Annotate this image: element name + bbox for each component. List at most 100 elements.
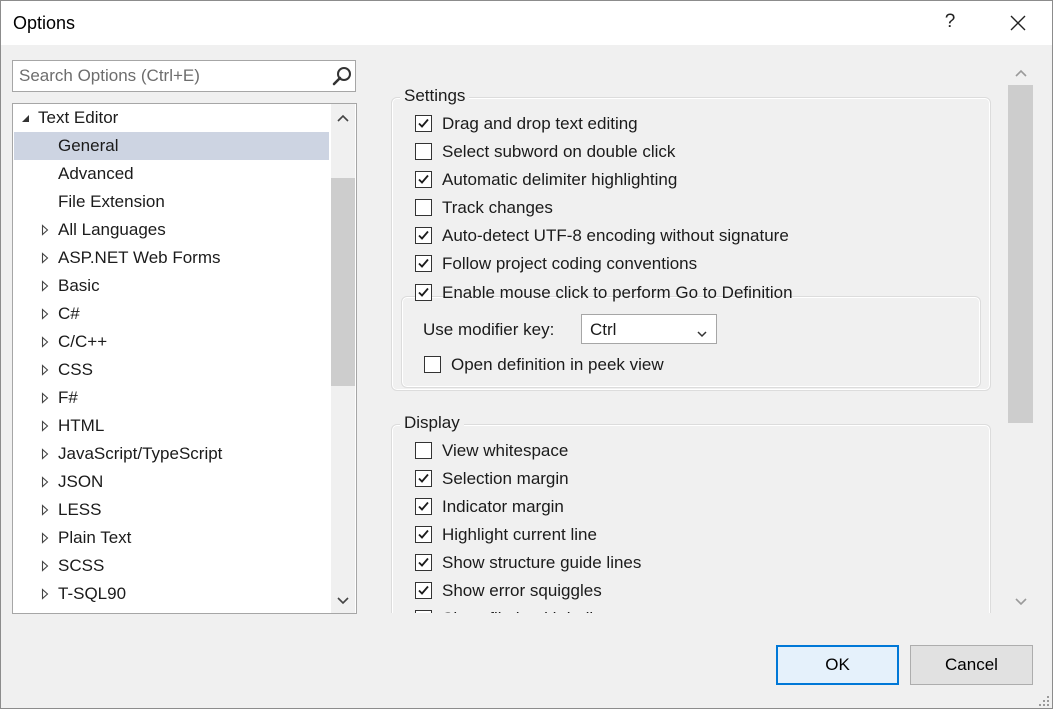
checkbox-box[interactable] (415, 284, 432, 301)
tree-item[interactable]: All Languages (14, 216, 329, 244)
collapsed-arrow-icon[interactable] (38, 356, 52, 384)
collapsed-arrow-icon[interactable] (38, 468, 52, 496)
tree-item[interactable]: HTML (14, 412, 329, 440)
scroll-up-arrow[interactable] (336, 110, 350, 124)
collapsed-arrow-icon[interactable] (38, 384, 52, 412)
collapsed-arrow-icon[interactable] (38, 244, 52, 272)
options-dialog: Options ? Text EditorGeneralAdvancedF (0, 0, 1053, 709)
tree-scrollbar[interactable] (331, 104, 355, 613)
tree-item[interactable]: ASP.NET Web Forms (14, 244, 329, 272)
tree-item-label: General (58, 136, 119, 155)
checkbox-label: Drag and drop text editing (442, 114, 638, 133)
modifier-key-value: Ctrl (590, 320, 617, 339)
options-tree[interactable]: Text Editor General Advanced File Extension… (12, 103, 357, 614)
checkbox-checked[interactable] (415, 526, 432, 543)
tree-item-label: JSON (58, 472, 104, 491)
window-title: Options (13, 13, 76, 33)
tree-item-label: LESS (58, 500, 102, 519)
tree-item-label: Advanced (58, 164, 134, 183)
tree-item[interactable]: Text Editor (14, 104, 329, 132)
tree-item[interactable]: Basic (14, 272, 329, 300)
tree-item[interactable]: Advanced (14, 160, 329, 188)
cancel-button[interactable]: Cancel (910, 645, 1033, 685)
tree-item[interactable]: C# (14, 300, 329, 328)
checkbox-checked[interactable] (415, 610, 432, 613)
chevron-up-icon (337, 114, 349, 122)
checkbox-checked[interactable] (415, 227, 432, 244)
checkbox-box[interactable] (424, 356, 441, 373)
checkbox-label: Show error squiggles (442, 581, 602, 600)
tree-item-label: F# (58, 388, 78, 407)
checkbox-label: Automatic delimiter highlighting (442, 170, 678, 189)
checkbox-checked[interactable] (415, 115, 432, 132)
collapsed-arrow-icon[interactable] (38, 272, 52, 300)
checkbox-label: Show structure guide lines (442, 553, 642, 572)
search-box[interactable] (12, 60, 356, 92)
chevron-up-icon (1015, 69, 1027, 77)
checkbox-label: Enable mouse click to perform Go to Defi… (442, 283, 793, 302)
checkbox-checked[interactable] (415, 582, 432, 599)
tree-item[interactable]: JavaScript/TypeScript (14, 440, 329, 468)
modifier-key-dropdown[interactable]: Ctrl (581, 314, 717, 344)
tree-item[interactable]: C/C++ (14, 328, 329, 356)
collapsed-arrow-icon[interactable] (38, 412, 52, 440)
scroll-down-arrow[interactable] (336, 593, 350, 607)
options-scrollbar[interactable] (1008, 58, 1034, 613)
tree-scroll-thumb[interactable] (331, 178, 355, 386)
help-button[interactable]: ? (941, 11, 959, 33)
tree-item[interactable]: LESS (14, 496, 329, 524)
tree-item[interactable]: JSON (14, 468, 329, 496)
collapsed-arrow-icon[interactable] (38, 328, 52, 356)
goto-definition-checkbox[interactable]: Enable mouse click to perform Go to Defi… (415, 282, 793, 306)
checkbox-checked[interactable] (415, 498, 432, 515)
tree-item[interactable]: Plain Text (14, 524, 329, 552)
tree-item-label: SCSS (58, 556, 105, 575)
collapsed-arrow-icon[interactable] (38, 300, 52, 328)
tree-item[interactable]: General (14, 132, 329, 160)
search-input[interactable] (19, 65, 319, 86)
collapsed-arrow-icon[interactable] (38, 216, 52, 244)
checkbox-checked[interactable] (415, 255, 432, 272)
chevron-down-icon (337, 597, 349, 605)
tree-item[interactable]: F# (14, 384, 329, 412)
tree-item-label: JavaScript/TypeScript (58, 444, 223, 463)
collapsed-arrow-icon[interactable] (38, 552, 52, 580)
tree-item-label: T-SQL90 (58, 584, 127, 603)
tree-item[interactable]: T-SQL90 (14, 580, 329, 608)
tree-item-label: C# (58, 304, 80, 323)
collapsed-arrow-icon[interactable] (38, 580, 52, 608)
options-scroll-thumb[interactable] (1008, 85, 1033, 423)
collapsed-arrow-icon[interactable] (38, 496, 52, 524)
collapsed-arrow-icon[interactable] (38, 440, 52, 468)
checkbox-label: Indicator margin (442, 497, 564, 516)
settings-group-label: Settings (400, 86, 470, 106)
close-button[interactable] (1004, 9, 1032, 37)
options-content: Settings Drag and drop text editing Selec… (381, 81, 1001, 613)
modifier-key-label: Use modifier key: (423, 320, 555, 339)
tree-item[interactable]: CSS (14, 356, 329, 384)
tree-item-label: Basic (58, 276, 100, 295)
tree-item-label: Text Editor (38, 108, 119, 127)
ok-button[interactable]: OK (776, 645, 899, 685)
checkbox-checked[interactable] (415, 470, 432, 487)
checkbox-unchecked[interactable] (415, 143, 432, 160)
resize-grip-icon[interactable] (1037, 693, 1051, 707)
checkbox-checked[interactable] (415, 554, 432, 571)
tree-item[interactable]: SCSS (14, 552, 329, 580)
search-icon[interactable] (331, 65, 353, 87)
checkbox-unchecked[interactable] (415, 442, 432, 459)
tree-item-label: HTML (58, 416, 105, 435)
expanded-arrow-icon[interactable] (18, 104, 32, 132)
collapsed-arrow-icon[interactable] (38, 524, 52, 552)
checkbox-label: View whitespace (442, 441, 569, 460)
scroll-down-arrow[interactable] (1014, 594, 1028, 608)
chevron-down-icon (1015, 598, 1027, 606)
checkbox-unchecked[interactable] (415, 199, 432, 216)
checkbox-label: Select subword on double click (442, 142, 676, 161)
checkbox-checked[interactable] (415, 171, 432, 188)
tree-item-label: ASP.NET Web Forms (58, 248, 221, 267)
tree-item[interactable]: File Extension (14, 188, 329, 216)
scroll-up-arrow[interactable] (1014, 65, 1028, 79)
tree-item-label: C/C++ (58, 332, 108, 351)
checkbox-label: Selection margin (442, 469, 569, 488)
